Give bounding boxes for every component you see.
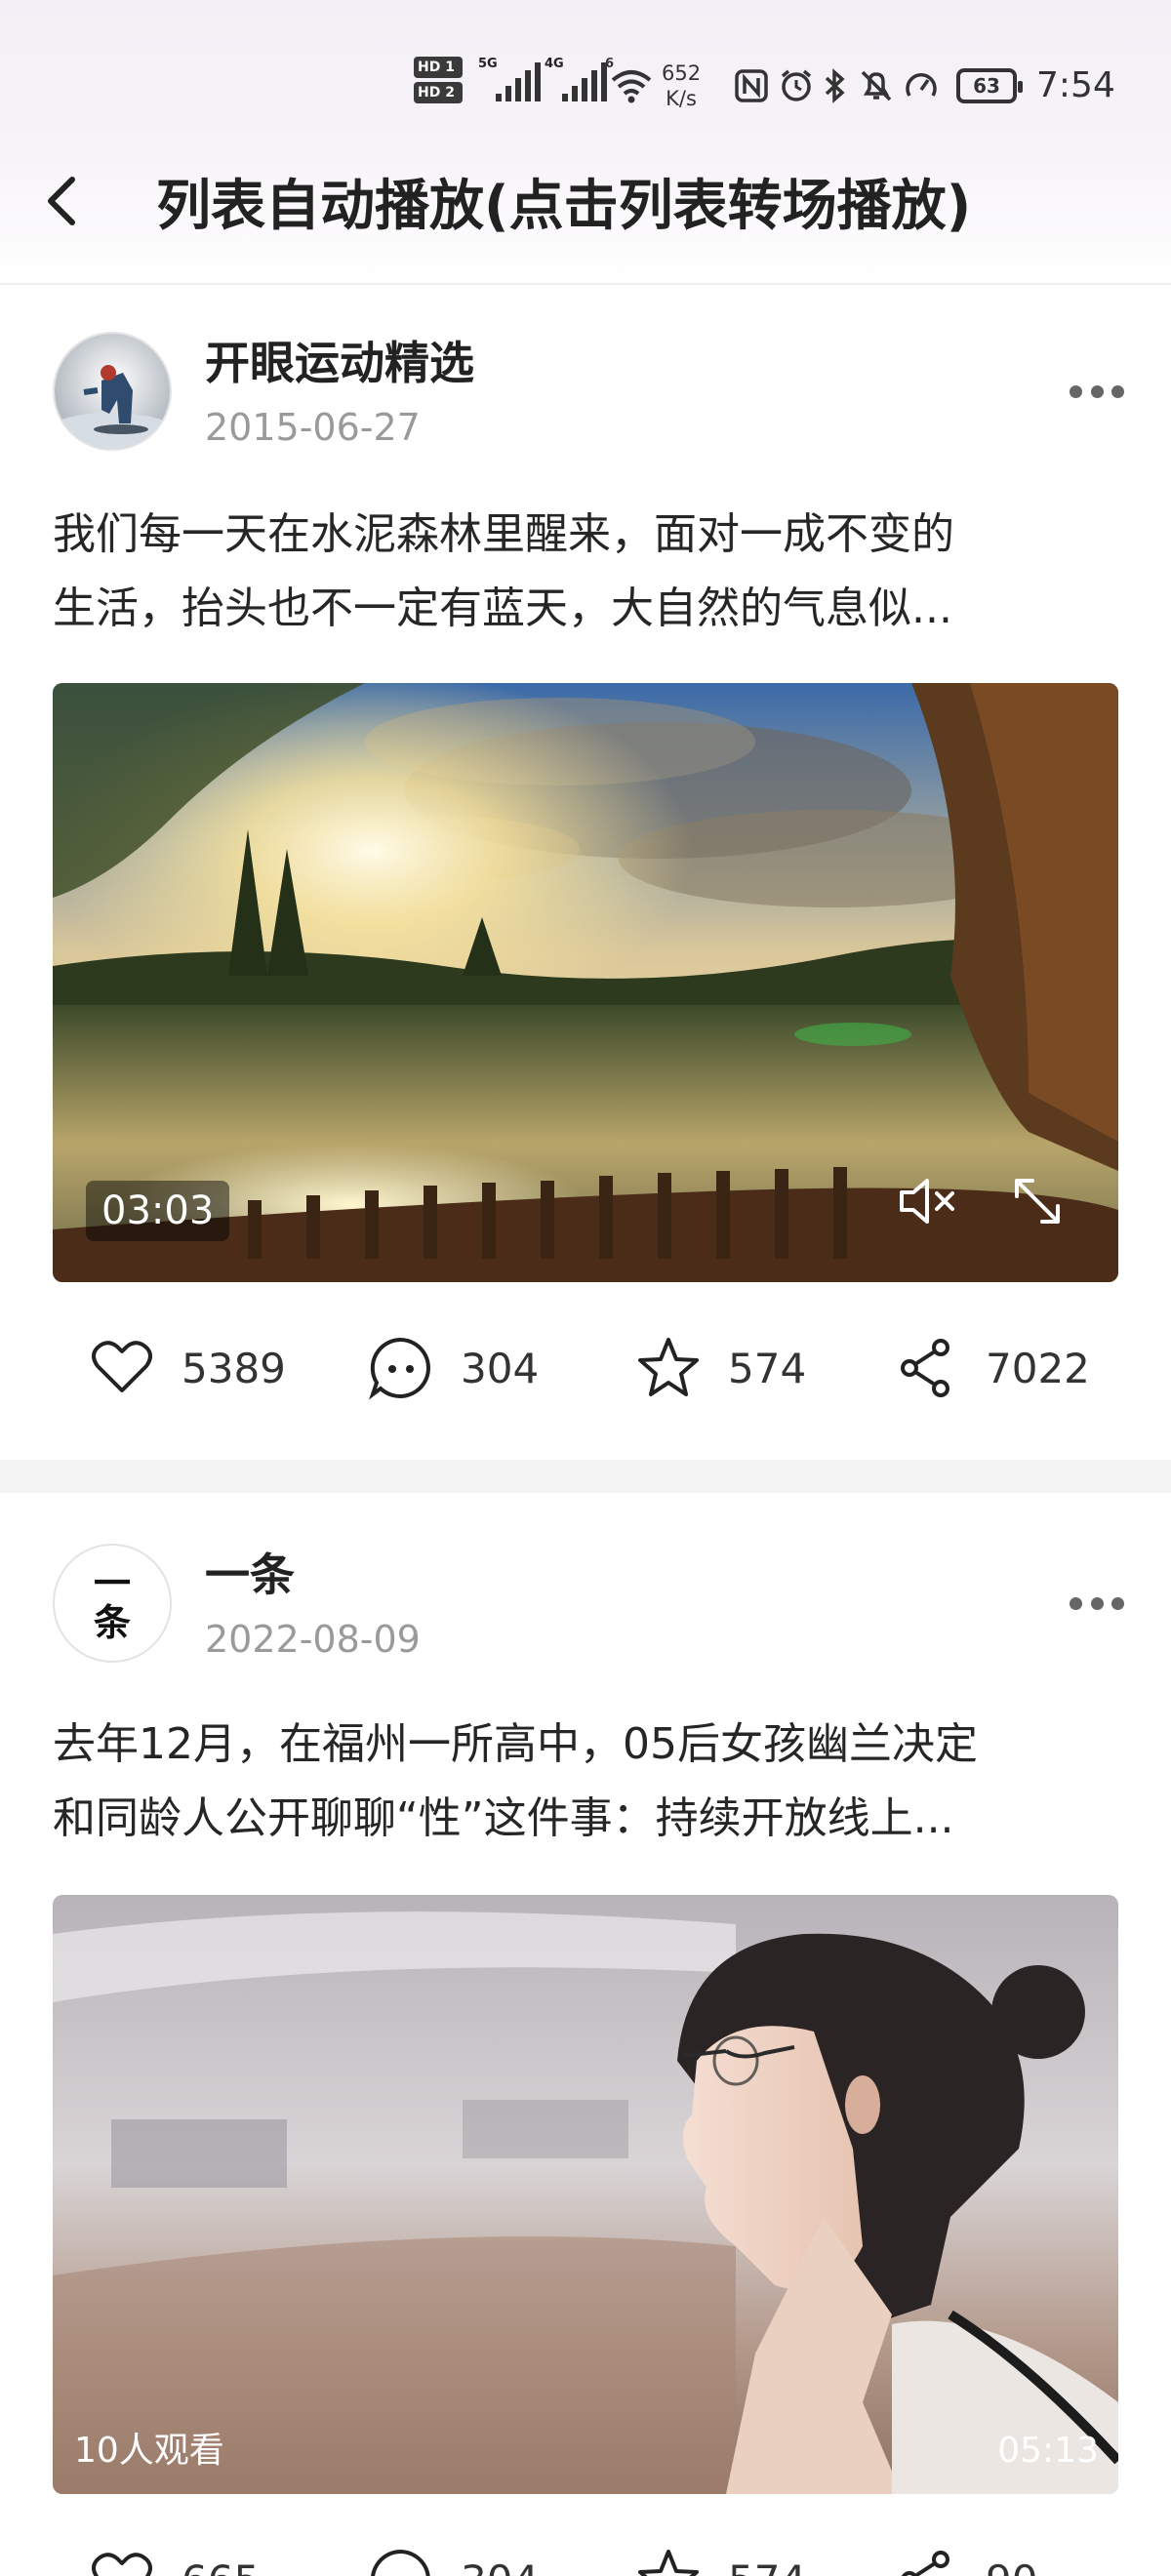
- comment-icon: [371, 2549, 430, 2576]
- share-icon: [901, 2551, 949, 2576]
- favorite-count: 574: [728, 2556, 806, 2576]
- video-player[interactable]: 10人观看 05:13: [53, 1895, 1118, 2494]
- video-duration: 05:13: [997, 2431, 1099, 2471]
- more-options-icon[interactable]: [1070, 1595, 1124, 1611]
- video-thumbnail-girl-profile: [53, 1895, 1118, 2494]
- favorite-button[interactable]: 574: [634, 2541, 806, 2576]
- heart-icon: [92, 2553, 152, 2576]
- like-count: 665: [182, 2556, 260, 2576]
- comment-button[interactable]: 304: [367, 2541, 539, 2576]
- share-count: 90: [986, 2556, 1037, 2576]
- feed-post: 一 条 一条 2022-08-09 去年12月，在福州一所高中，05后女孩幽兰决…: [0, 0, 1171, 2576]
- avatar-text-line: 一: [93, 1561, 131, 1605]
- star-icon: [638, 2550, 699, 2576]
- author-avatar[interactable]: 一 条: [53, 1544, 172, 1663]
- post-date: 2022-08-09: [205, 1618, 421, 1661]
- viewer-count: 10人观看: [74, 2431, 224, 2471]
- author-name[interactable]: 一条: [205, 1548, 295, 1602]
- share-button[interactable]: 90: [892, 2541, 1037, 2576]
- post-description[interactable]: 去年12月，在福州一所高中，05后女孩幽兰决定 和同龄人公开聊聊“性”这件事：持…: [53, 1708, 1126, 1856]
- avatar-text-line: 条: [93, 1600, 131, 1644]
- description-line: 去年12月，在福州一所高中，05后女孩幽兰决定: [53, 1719, 978, 1769]
- description-line: 和同龄人公开聊聊“性”这件事：持续开放线上...: [53, 1793, 954, 1843]
- like-button[interactable]: 665: [88, 2541, 260, 2576]
- comment-count: 304: [461, 2556, 539, 2576]
- post-actions: 665 304 574 90: [0, 2541, 1171, 2576]
